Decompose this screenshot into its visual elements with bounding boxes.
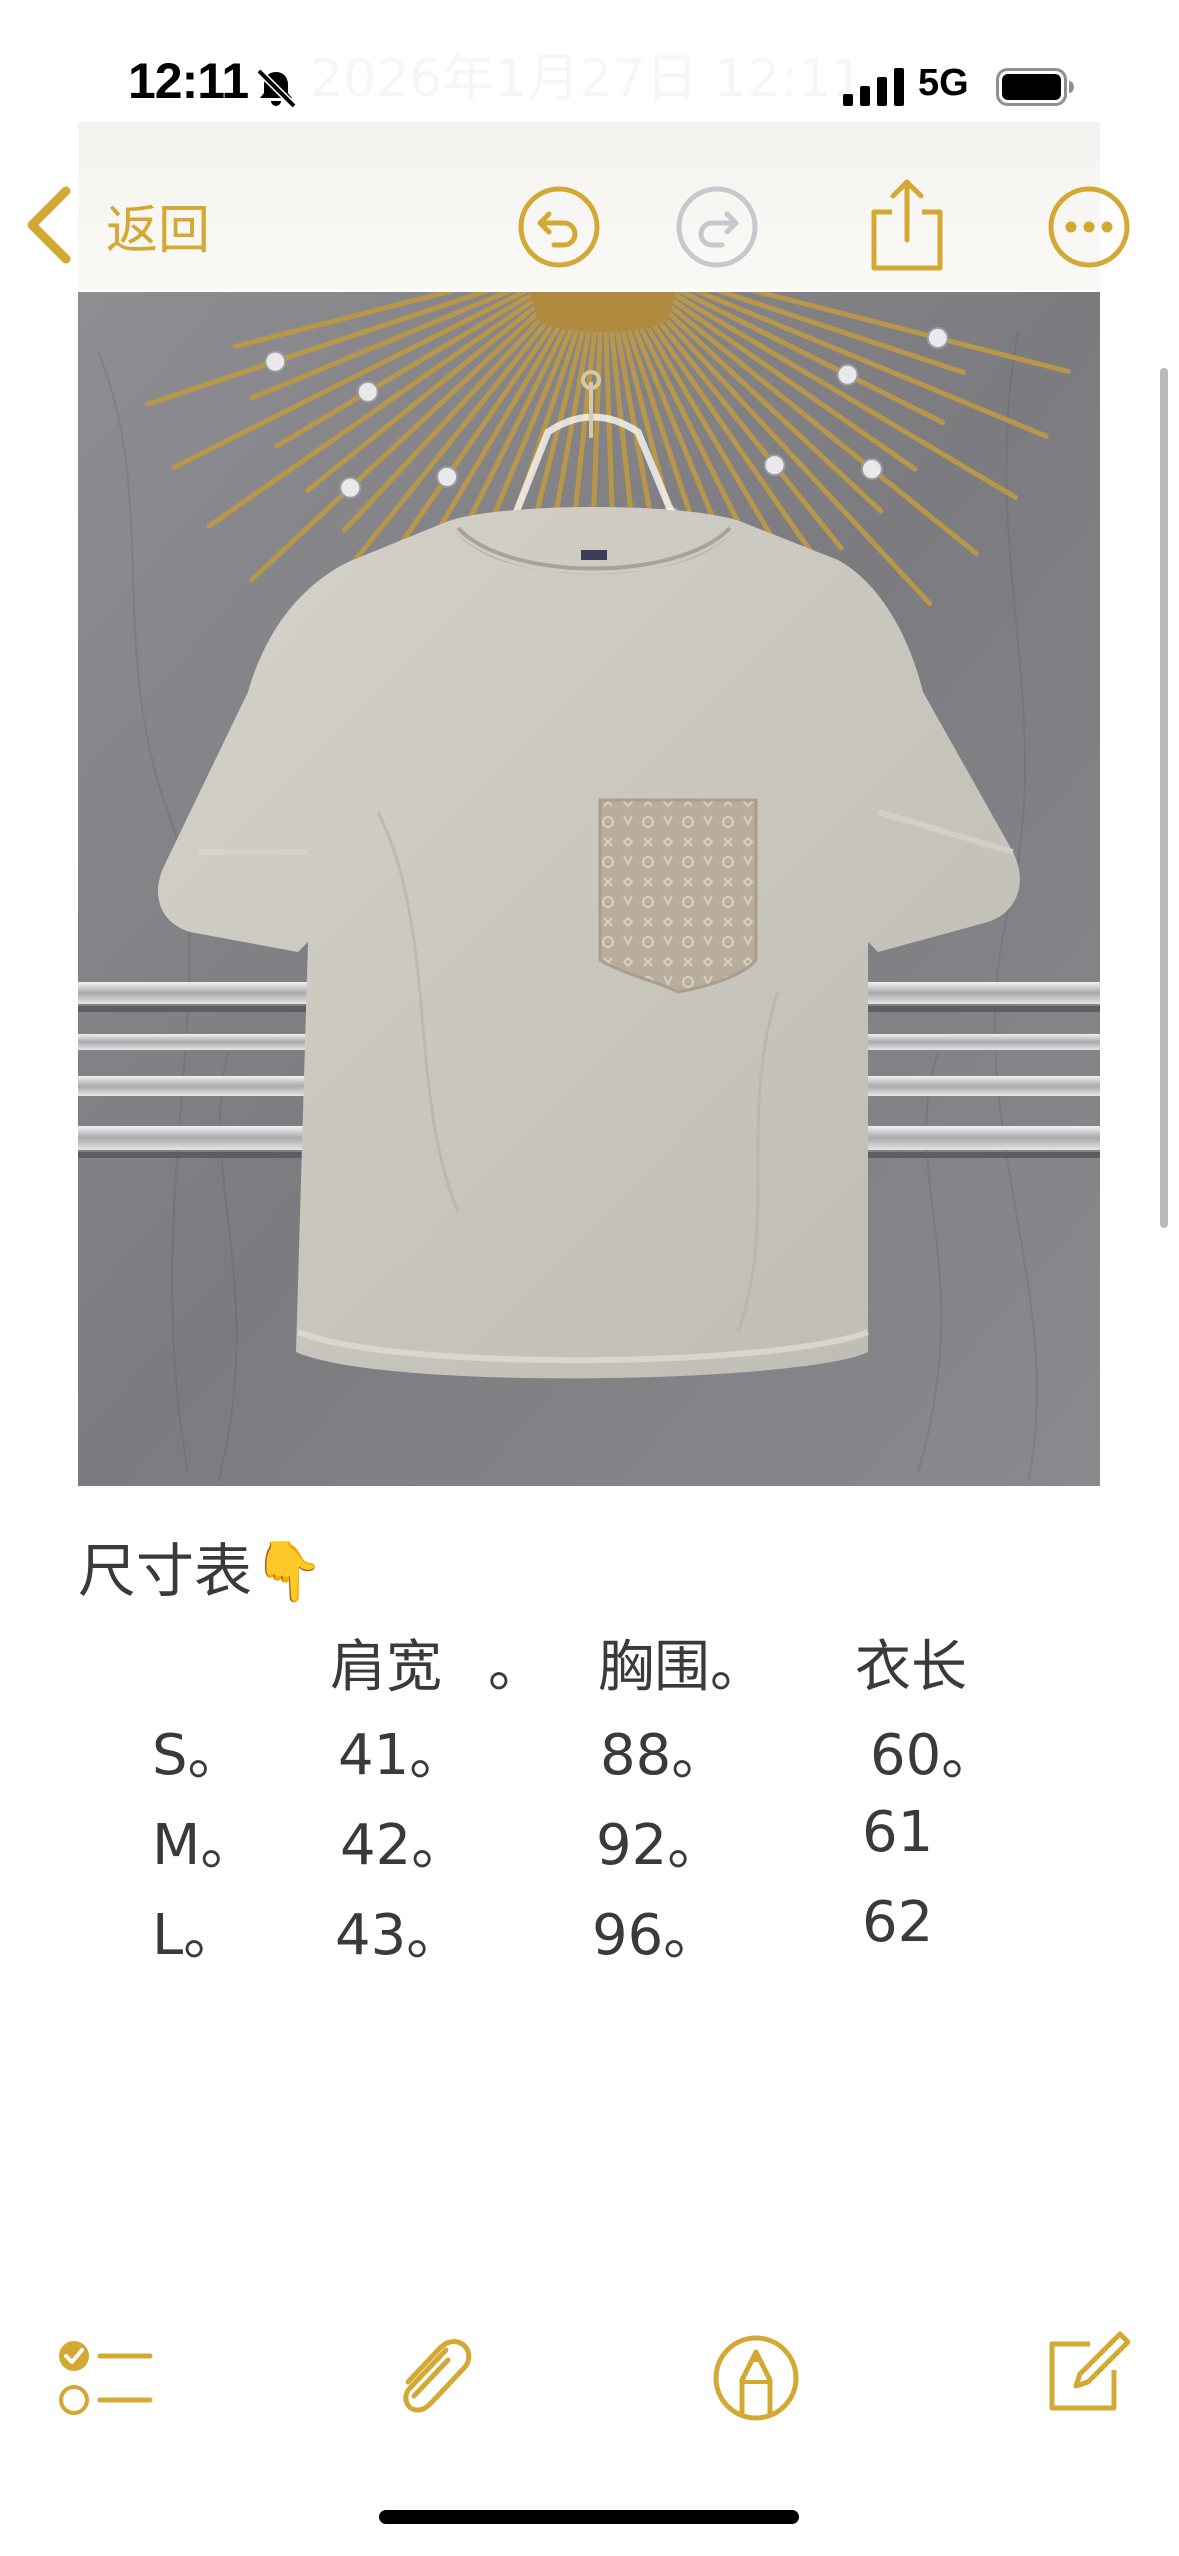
row-s-shoulder: 41。 [338, 1723, 466, 1788]
note-heading: 尺寸表👇 [78, 1537, 325, 1605]
status-date-overlay: 2026年1月27日 12:11 [310, 36, 864, 111]
row-m-chest: 92。 [596, 1813, 724, 1878]
table-header-chest: 胸围。 [598, 1635, 766, 1700]
back-label: 返回 [106, 200, 211, 261]
row-s-size: S。 [152, 1723, 244, 1788]
row-m-size: M。 [152, 1813, 257, 1878]
more-icon[interactable] [1046, 184, 1132, 270]
scroll-indicator[interactable] [1160, 368, 1168, 1228]
table-header-length: 衣长 [855, 1635, 967, 1700]
cellular-signal-icon [843, 68, 904, 106]
checklist-icon[interactable] [56, 2330, 156, 2426]
table-header-separator: 。 [488, 1635, 544, 1700]
undo-icon[interactable] [516, 184, 602, 270]
note-toolbar: 返回 [0, 120, 1179, 290]
chevron-left-icon [27, 186, 71, 264]
row-l-length: 62 [862, 1890, 934, 1955]
row-s-length: 60。 [870, 1723, 998, 1788]
compose-icon[interactable] [1036, 2326, 1132, 2422]
row-m-shoulder: 42。 [340, 1813, 468, 1878]
network-type: 5G [918, 62, 969, 104]
paperclip-icon[interactable] [384, 2330, 480, 2426]
status-bar: 2026年1月27日 12:11 12:11 5G [0, 0, 1179, 120]
tshirt-photo[interactable] [78, 292, 1100, 1486]
table-header-shoulder: 肩宽 [330, 1635, 442, 1700]
row-l-chest: 96。 [592, 1903, 720, 1968]
row-l-size: L。 [152, 1903, 240, 1968]
row-l-shoulder: 43。 [335, 1903, 463, 1968]
home-indicator[interactable] [379, 2510, 799, 2524]
back-button[interactable]: 返回 [22, 180, 210, 270]
redo-icon[interactable] [674, 184, 760, 270]
row-m-length: 61 [862, 1800, 934, 1865]
row-s-chest: 88。 [600, 1723, 728, 1788]
bell-slash-icon [256, 68, 297, 109]
battery-icon [996, 68, 1074, 106]
status-time: 12:11 [128, 53, 249, 109]
markup-icon[interactable] [708, 2330, 804, 2426]
share-icon[interactable] [862, 174, 952, 274]
